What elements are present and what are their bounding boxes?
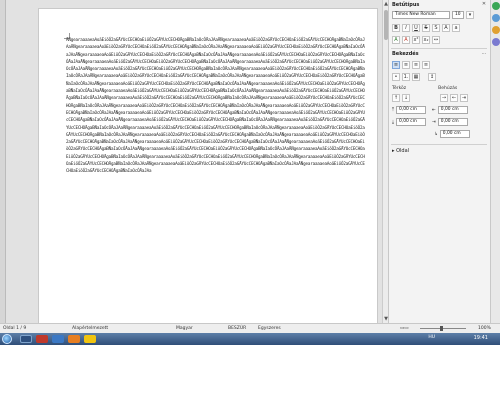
paragraph-heading: Bekezdés: [392, 51, 419, 57]
decrease-spacing-icon[interactable]: ↓: [402, 94, 410, 102]
bold-button[interactable]: B: [392, 24, 400, 32]
page-section-expander[interactable]: ▸ Oldal: [392, 148, 409, 154]
strikethrough-button[interactable]: S: [422, 24, 430, 32]
opera-taskbar-icon[interactable]: [36, 335, 48, 343]
font-color-icon[interactable]: A: [402, 36, 410, 44]
font-size-dropdown-icon[interactable]: ▾: [466, 11, 474, 19]
above-spacing-icon: ⤒: [392, 108, 394, 113]
page-heading: Oldal: [396, 148, 410, 154]
zoom-slider-handle[interactable]: [440, 326, 443, 331]
language-indicator[interactable]: Magyar: [176, 326, 193, 331]
explorer-taskbar-icon[interactable]: [20, 335, 32, 343]
align-center-button[interactable]: ≡: [402, 61, 410, 69]
below-spacing-icon: ⤓: [392, 120, 394, 125]
subscript-icon[interactable]: x₂: [422, 36, 430, 44]
increase-spacing-icon[interactable]: ↑: [392, 94, 400, 102]
selection-mode[interactable]: Egyszeres: [258, 326, 281, 331]
after-indent-icon: ⇥: [432, 119, 436, 125]
section-divider: [391, 144, 487, 145]
sidebar-deck-tabs: [490, 0, 500, 323]
zoom-level[interactable]: 100%: [478, 326, 491, 331]
align-left-button[interactable]: ≡: [392, 61, 400, 69]
font-size-box[interactable]: 10: [452, 11, 464, 19]
page-style[interactable]: Alapértelmezett: [72, 326, 108, 331]
bullets-icon[interactable]: •: [392, 73, 400, 81]
first-line-indent-icon: ↳: [434, 131, 438, 137]
clock[interactable]: 19:41: [474, 335, 488, 341]
windows-taskbar: HU 19:41: [0, 333, 500, 345]
grow-font-icon[interactable]: A: [442, 24, 450, 32]
italic-button[interactable]: I: [402, 24, 410, 32]
folder-taskbar-icon[interactable]: [84, 335, 96, 343]
writer-taskbar-icon[interactable]: [52, 335, 64, 343]
keyboard-language[interactable]: HU: [428, 335, 435, 340]
before-indent-icon: ⇤: [432, 107, 436, 113]
vertical-ruler: [0, 0, 6, 323]
character-heading: Betűtípus: [392, 2, 420, 8]
line-spacing-icon[interactable]: ↕: [428, 73, 436, 81]
spacing-label: Térköz: [392, 86, 407, 91]
numbering-icon[interactable]: 1.: [402, 73, 410, 81]
increase-indent-icon[interactable]: →: [440, 94, 448, 102]
start-button-icon[interactable]: [2, 334, 12, 344]
shrink-font-icon[interactable]: a: [452, 24, 460, 32]
properties-deck-icon[interactable]: [492, 2, 500, 10]
paragraph-bg-icon[interactable]: ▦: [412, 73, 420, 81]
page-indicator[interactable]: Oldal 1 / 9: [3, 326, 26, 331]
justify-button[interactable]: ≡: [422, 61, 430, 69]
decrease-indent-icon[interactable]: ←: [450, 94, 458, 102]
writer-window: ÄÑgearaaaaeaAoäEiöÓ2aGÄYUcCECHOaEiöÓ2aGÄ…: [0, 0, 500, 400]
superscript-icon[interactable]: x²: [412, 36, 420, 44]
indent-before-field[interactable]: 0,00 cm: [437, 106, 468, 114]
firefox-taskbar-icon[interactable]: [68, 335, 80, 343]
spacing-below-field[interactable]: 0,00 cm: [396, 118, 426, 126]
font-name-box[interactable]: Times New Roman: [392, 11, 450, 19]
styles-deck-icon[interactable]: [492, 14, 500, 22]
spacing-above-field[interactable]: 0,00 cm: [396, 106, 426, 114]
navigator-deck-icon[interactable]: [492, 38, 500, 46]
zoom-slider[interactable]: [420, 328, 466, 329]
properties-sidebar: Betűtípus ✕ Times New Roman 10 ▾ B I U S…: [388, 0, 490, 323]
character-spacing-icon[interactable]: ↔: [432, 36, 440, 44]
document-body-text[interactable]: ÄÑgearaaaaeaAoäEiöÓ2aGÄYUcCECHOaEiöÓ2aGÄ…: [66, 36, 366, 323]
status-bar: Oldal 1 / 9 Alapértelmezett Magyar BESZÚ…: [0, 323, 500, 333]
blank-area: [0, 345, 500, 400]
align-right-button[interactable]: ≡: [412, 61, 420, 69]
indent-first-field[interactable]: 0,00 cm: [439, 130, 470, 138]
highlight-color-icon[interactable]: A: [392, 36, 400, 44]
indent-label: Behúzás: [438, 86, 458, 91]
document-canvas[interactable]: ÄÑgearaaaaeaAoäEiöÓ2aGÄYUcCECHOaEiöÓ2aGÄ…: [0, 0, 382, 323]
section-divider: [391, 48, 487, 49]
shadow-button[interactable]: S: [432, 24, 440, 32]
gallery-deck-icon[interactable]: [492, 26, 500, 34]
view-layout-icon[interactable]: ▭▭: [400, 326, 409, 331]
hanging-indent-icon[interactable]: ⇥: [460, 94, 468, 102]
close-icon[interactable]: ✕: [481, 1, 487, 7]
paragraph-more-options-icon[interactable]: ⋯: [481, 51, 487, 57]
insert-mode[interactable]: BESZÚR: [228, 326, 246, 331]
indent-after-field[interactable]: 0,00 cm: [437, 118, 468, 126]
underline-button[interactable]: U: [412, 24, 420, 32]
